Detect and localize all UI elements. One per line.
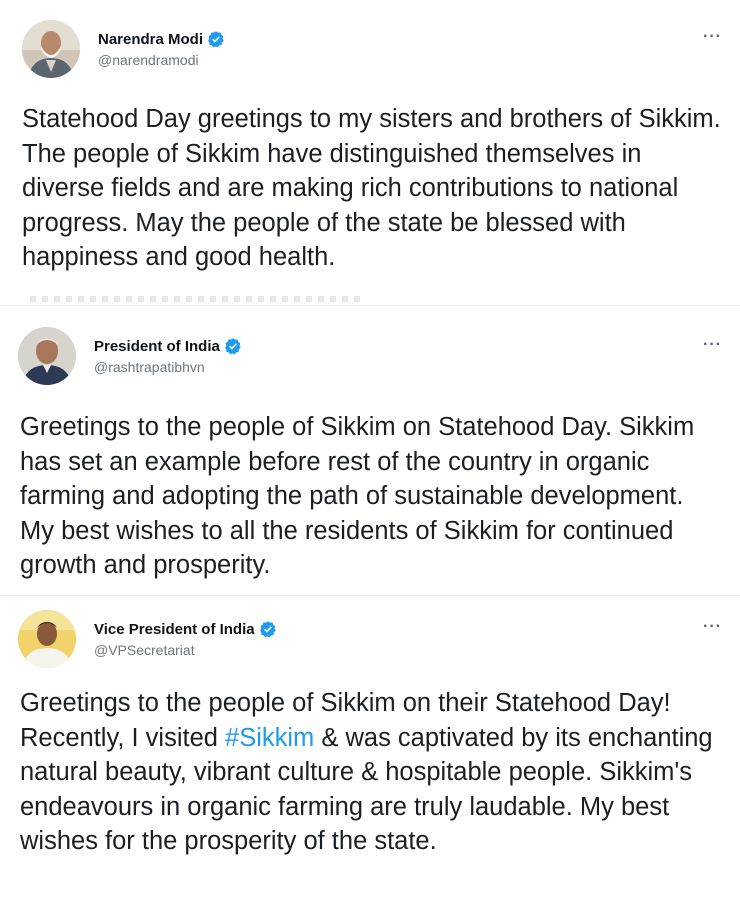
handle[interactable]: @rashtrapatibhvn: [94, 359, 242, 375]
author-info: Narendra Modi @narendramodi: [98, 30, 225, 68]
avatar[interactable]: [18, 327, 76, 385]
tweet-text: Greetings to the people of Sikkim on the…: [20, 686, 724, 859]
tweet-header: Vice President of India @VPSecretariat: [18, 610, 277, 668]
author-info: President of India @rashtrapatibhvn: [94, 337, 242, 375]
tweet-header: President of India @rashtrapatibhvn: [18, 327, 242, 385]
display-name[interactable]: Vice President of India: [94, 621, 255, 638]
handle[interactable]: @VPSecretariat: [94, 642, 277, 658]
display-name[interactable]: President of India: [94, 338, 220, 355]
verified-badge-icon: [224, 338, 241, 355]
hashtag-link[interactable]: #Sikkim: [225, 724, 314, 752]
more-options-icon[interactable]: ···: [703, 618, 722, 636]
cropped-timestamp: [30, 296, 360, 302]
tweet-header: Narendra Modi @narendramodi: [22, 20, 225, 78]
tweet-card: Narendra Modi @narendramodi ··· Statehoo…: [0, 0, 740, 305]
author-info: Vice President of India @VPSecretariat: [94, 620, 277, 658]
tweet-card: Vice President of India @VPSecretariat ·…: [0, 595, 740, 919]
display-name[interactable]: Narendra Modi: [98, 31, 203, 48]
verified-badge-icon: [259, 621, 276, 638]
handle[interactable]: @narendramodi: [98, 52, 225, 68]
tweet-text: Greetings to the people of Sikkim on Sta…: [20, 413, 695, 579]
tweet-text: Statehood Day greetings to my sisters an…: [22, 105, 721, 271]
tweet-card: President of India @rashtrapatibhvn ··· …: [0, 305, 740, 595]
avatar[interactable]: [18, 610, 76, 668]
more-options-icon[interactable]: ···: [703, 336, 722, 354]
more-options-icon[interactable]: ···: [703, 28, 722, 46]
verified-badge-icon: [208, 31, 224, 48]
avatar[interactable]: [22, 20, 80, 78]
